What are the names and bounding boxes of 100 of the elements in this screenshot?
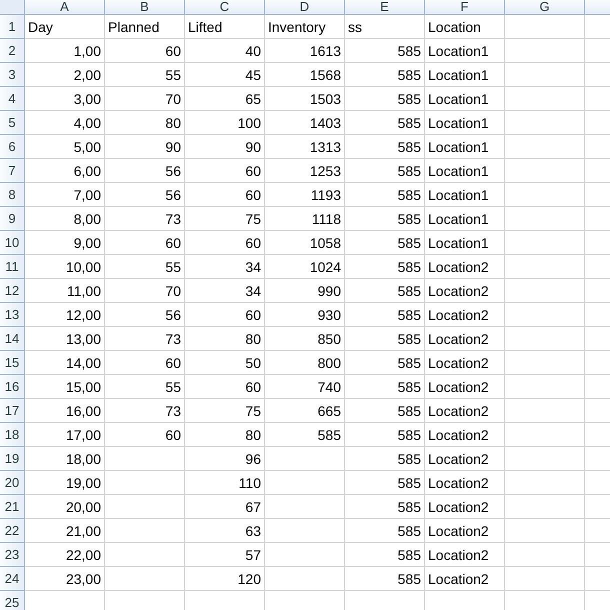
row-header[interactable]: 24 xyxy=(0,567,25,591)
table-cell: Location1 xyxy=(425,87,505,111)
table-cell: 63 xyxy=(185,519,265,543)
row-header[interactable]: 14 xyxy=(0,327,25,351)
row-header[interactable]: 18 xyxy=(0,423,25,447)
row-header[interactable]: 20 xyxy=(0,471,25,495)
row-header[interactable]: 13 xyxy=(0,303,25,327)
table-cell: 60 xyxy=(185,231,265,255)
table-cell: 4,00 xyxy=(25,111,105,135)
table-cell: 80 xyxy=(105,111,185,135)
table-cell: Planned xyxy=(105,15,185,39)
row-header[interactable]: 15 xyxy=(0,351,25,375)
table-cell: 1193 xyxy=(265,183,345,207)
table-cell: Location2 xyxy=(425,351,505,375)
table-cell: 1,00 xyxy=(25,39,105,63)
table-cell: 120 xyxy=(185,567,265,591)
table-cell: 60 xyxy=(185,375,265,399)
table-cell: 55 xyxy=(105,63,185,87)
table-cell: Location1 xyxy=(425,159,505,183)
table-cell: Location2 xyxy=(425,471,505,495)
table-cell: 1024 xyxy=(265,255,345,279)
table-cell: 60 xyxy=(105,231,185,255)
table-cell: 585 xyxy=(345,39,425,63)
table-cell: 80 xyxy=(185,327,265,351)
table-cell: 585 xyxy=(345,135,425,159)
row-header[interactable]: 25 xyxy=(0,591,25,610)
table-cell: 1503 xyxy=(265,87,345,111)
row-header[interactable]: 9 xyxy=(0,207,25,231)
table-cell: 56 xyxy=(105,303,185,327)
column-header[interactable]: D xyxy=(265,0,345,15)
table-cell: 17,00 xyxy=(25,423,105,447)
table-cell: 1253 xyxy=(265,159,345,183)
table-cell: 80 xyxy=(185,423,265,447)
table-cell: 18,00 xyxy=(25,447,105,471)
table-cell: 585 xyxy=(345,567,425,591)
select-all-corner[interactable] xyxy=(0,0,25,15)
row-header[interactable]: 19 xyxy=(0,447,25,471)
column-header[interactable]: B xyxy=(105,0,185,15)
table-cell: 23,00 xyxy=(25,567,105,591)
table-cell: 45 xyxy=(185,63,265,87)
row-header[interactable]: 23 xyxy=(0,543,25,567)
column-header[interactable]: C xyxy=(185,0,265,15)
table-cell: 60 xyxy=(105,423,185,447)
table-cell: 3,00 xyxy=(25,87,105,111)
table-cell: 585 xyxy=(345,423,425,447)
row-header[interactable]: 16 xyxy=(0,375,25,399)
column-header[interactable]: E xyxy=(345,0,425,15)
table-cell: Location1 xyxy=(425,39,505,63)
table-cell: Location2 xyxy=(425,399,505,423)
row-header[interactable]: 1 xyxy=(0,15,25,39)
row-header[interactable]: 21 xyxy=(0,495,25,519)
table-cell: 56 xyxy=(105,159,185,183)
table-cell: 585 xyxy=(345,519,425,543)
table-cell: Day xyxy=(25,15,105,39)
table-cell: 9,00 xyxy=(25,231,105,255)
table-cell: 800 xyxy=(265,351,345,375)
row-header[interactable]: 6 xyxy=(0,135,25,159)
row-header[interactable]: 7 xyxy=(0,159,25,183)
row-header[interactable]: 22 xyxy=(0,519,25,543)
table-cell: Location2 xyxy=(425,303,505,327)
table-cell: 585 xyxy=(345,63,425,87)
table-cell: Location1 xyxy=(425,111,505,135)
row-header[interactable]: 3 xyxy=(0,63,25,87)
table-cell: 40 xyxy=(185,39,265,63)
table-cell: 20,00 xyxy=(25,495,105,519)
table-cell: Location xyxy=(425,15,505,39)
row-header[interactable]: 5 xyxy=(0,111,25,135)
table-cell: ss xyxy=(345,15,425,39)
column-header[interactable]: G xyxy=(505,0,585,15)
table-cell: 90 xyxy=(105,135,185,159)
row-header[interactable]: 12 xyxy=(0,279,25,303)
table-cell: Location1 xyxy=(425,63,505,87)
table-cell: 60 xyxy=(105,351,185,375)
table-cell: Location2 xyxy=(425,495,505,519)
table-cell: Location1 xyxy=(425,183,505,207)
row-header[interactable]: 4 xyxy=(0,87,25,111)
row-header[interactable]: 2 xyxy=(0,39,25,63)
table-cell: 96 xyxy=(185,447,265,471)
table-cell: 34 xyxy=(185,279,265,303)
column-header[interactable]: A xyxy=(25,0,105,15)
table-cell: 1568 xyxy=(265,63,345,87)
table-cell: Location2 xyxy=(425,519,505,543)
column-header[interactable]: F xyxy=(425,0,505,15)
table-cell: 22,00 xyxy=(25,543,105,567)
table-cell: 21,00 xyxy=(25,519,105,543)
table-cell: 585 xyxy=(345,231,425,255)
table-cell: 585 xyxy=(345,399,425,423)
row-header[interactable]: 17 xyxy=(0,399,25,423)
table-cell: Location2 xyxy=(425,279,505,303)
table-cell: 5,00 xyxy=(25,135,105,159)
table-cell: 75 xyxy=(185,207,265,231)
row-header[interactable]: 10 xyxy=(0,231,25,255)
table-cell: 585 xyxy=(345,495,425,519)
table-cell: 585 xyxy=(345,327,425,351)
table-cell: 34 xyxy=(185,255,265,279)
row-header[interactable]: 8 xyxy=(0,183,25,207)
table-cell: 1613 xyxy=(265,39,345,63)
table-cell: 73 xyxy=(105,399,185,423)
row-header[interactable]: 11 xyxy=(0,255,25,279)
table-cell: 11,00 xyxy=(25,279,105,303)
